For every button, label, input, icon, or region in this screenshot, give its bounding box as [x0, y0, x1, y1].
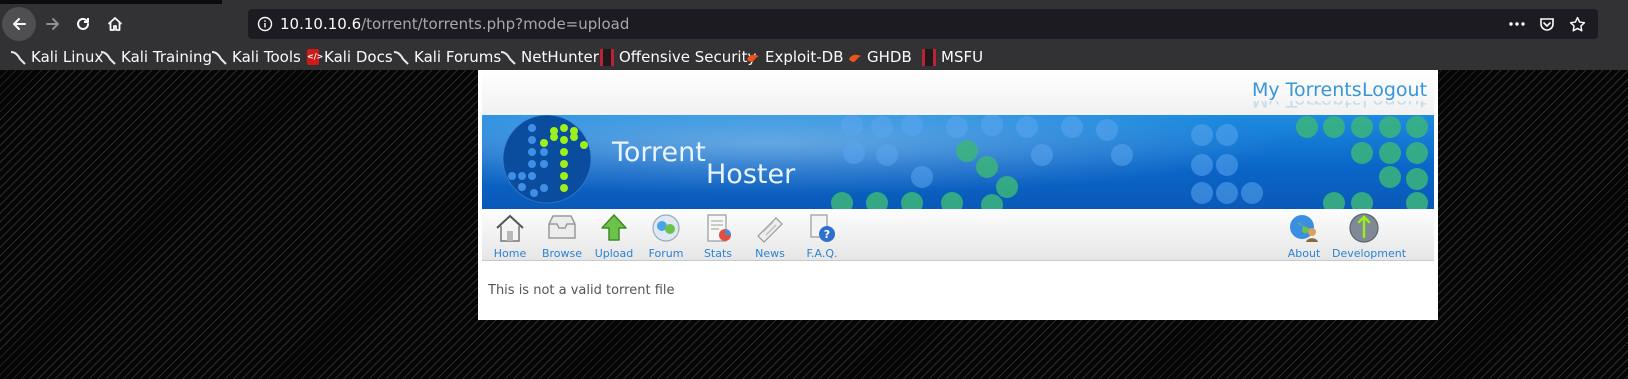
browser-toolbar: 10.10.10.6/torrent/torrents.php?mode=upl… — [0, 4, 1628, 44]
bookmarks-toolbar: Kali Linux Kali Training Kali Tools </> K… — [0, 44, 1628, 70]
kali-dragon-icon — [100, 51, 116, 65]
logo-text-torrent: Torrent — [612, 137, 706, 168]
bookmark-nethunter[interactable]: NetHunter — [500, 46, 599, 68]
forum-icon — [652, 214, 680, 242]
forward-button[interactable] — [36, 7, 70, 41]
bookmark-exploit-db[interactable]: Exploit-DB — [746, 46, 844, 68]
exploitdb-icon — [849, 54, 861, 62]
menu-faq[interactable]: ? F.A.Q. — [796, 211, 848, 260]
menu-about[interactable]: About — [1278, 211, 1330, 260]
upload-arrow-icon — [601, 214, 627, 241]
offsec-icon — [922, 48, 936, 66]
kali-dragon-icon — [10, 51, 26, 65]
logout-reflection: Logout — [1362, 101, 1427, 111]
my-torrents-link[interactable]: My Torrents My Torrents — [1252, 79, 1362, 111]
development-icon — [1349, 213, 1379, 243]
menu-news[interactable]: News — [744, 211, 796, 260]
logout-label: Logout — [1362, 79, 1428, 101]
main-menu: Home Browse Upload Forum Stats News ? F.… — [482, 209, 1434, 261]
bookmark-kali-tools[interactable]: Kali Tools — [211, 46, 301, 68]
url-text[interactable]: 10.10.10.6/torrent/torrents.php?mode=upl… — [280, 15, 629, 33]
home-button[interactable] — [98, 7, 132, 41]
url-path: /torrent/torrents.php?mode=upload — [361, 15, 630, 33]
exploitdb-icon — [747, 54, 759, 62]
menu-label: Stats — [703, 247, 733, 260]
menu-label: Browse — [541, 247, 583, 260]
menu-label: News — [755, 247, 785, 260]
reload-icon — [77, 17, 89, 30]
menu-label: Upload — [594, 247, 634, 260]
pocket-button[interactable] — [1538, 15, 1556, 33]
bookmark-kali-training[interactable]: Kali Training — [100, 46, 212, 68]
my-torrents-label: My Torrents — [1252, 79, 1362, 101]
site-banner: Torrent Hoster — [482, 115, 1434, 209]
menu-upload[interactable]: Upload — [588, 211, 640, 260]
more-horizontal-icon — [1509, 22, 1525, 26]
bookmark-offensive-security[interactable]: Offensive Security — [600, 46, 756, 68]
menu-development[interactable]: Development — [1332, 211, 1407, 260]
bookmark-label: NetHunter — [521, 48, 599, 66]
logout-link[interactable]: Logout Logout — [1362, 79, 1428, 111]
menu-home[interactable]: Home — [484, 211, 536, 260]
url-host: 10.10.10.6 — [280, 15, 362, 33]
star-icon — [1569, 16, 1585, 32]
bookmark-label: Kali Docs — [324, 48, 393, 66]
bookmark-label: Kali Tools — [232, 48, 301, 66]
bookmark-label: Offensive Security — [619, 48, 757, 66]
my-torrents-reflection: My Torrents — [1252, 101, 1362, 111]
stats-icon — [707, 214, 731, 242]
url-bar[interactable]: 10.10.10.6/torrent/torrents.php?mode=upl… — [248, 9, 1598, 39]
bookmark-kali-forums[interactable]: Kali Forums — [393, 46, 501, 68]
menu-label: Home — [493, 247, 527, 260]
bookmark-kali-linux[interactable]: Kali Linux — [10, 46, 103, 68]
kali-dragon-icon — [211, 51, 227, 65]
bookmark-kali-docs[interactable]: </> Kali Docs — [307, 46, 393, 68]
news-icon — [757, 217, 783, 243]
site-header: My Torrents My Torrents Logout Logout — [482, 70, 1434, 115]
bookmark-star-button[interactable] — [1568, 15, 1586, 33]
faq-icon: ? — [810, 214, 835, 242]
svg-text:?: ? — [824, 228, 830, 241]
bookmark-label: Kali Training — [121, 48, 213, 66]
menu-label: Development — [1332, 247, 1407, 260]
site-container: My Torrents My Torrents Logout Logout — [478, 70, 1438, 320]
bookmark-ghdb[interactable]: GHDB — [848, 46, 912, 68]
home-icon — [107, 17, 123, 31]
pocket-icon — [1540, 18, 1554, 31]
kali-dragon-icon — [500, 51, 516, 65]
kali-dragon-icon — [393, 51, 409, 65]
kali-docs-icon: </> — [307, 49, 323, 65]
bookmark-label: Exploit-DB — [765, 48, 844, 66]
page-actions-button[interactable] — [1508, 15, 1526, 33]
menu-forum[interactable]: Forum — [640, 211, 692, 260]
menu-label: About — [1287, 247, 1321, 260]
menu-stats[interactable]: Stats — [692, 211, 744, 260]
home-icon — [496, 214, 524, 242]
menu-label: F.A.Q. — [806, 247, 838, 260]
arrow-right-icon — [46, 18, 59, 30]
menu-browse[interactable]: Browse — [536, 211, 588, 260]
banner-blue-circles — [841, 115, 1263, 204]
menu-label: Forum — [648, 247, 684, 260]
info-icon[interactable] — [257, 16, 273, 32]
bookmark-label: Kali Forums — [414, 48, 502, 66]
page-viewport: My Torrents My Torrents Logout Logout — [0, 70, 1628, 379]
bookmark-label: Kali Linux — [31, 48, 104, 66]
reload-button[interactable] — [66, 7, 100, 41]
upload-error-message: This is not a valid torrent file — [488, 283, 675, 298]
back-button[interactable] — [2, 7, 36, 41]
about-globe-icon — [1290, 215, 1318, 242]
offsec-icon — [600, 48, 614, 66]
bookmark-label: MSFU — [941, 48, 984, 66]
bookmark-label: GHDB — [867, 48, 912, 66]
browse-icon — [548, 215, 576, 239]
logo-text-hoster: Hoster — [706, 159, 796, 190]
arrow-left-icon — [13, 18, 26, 30]
bookmark-msfu[interactable]: MSFU — [922, 46, 983, 68]
